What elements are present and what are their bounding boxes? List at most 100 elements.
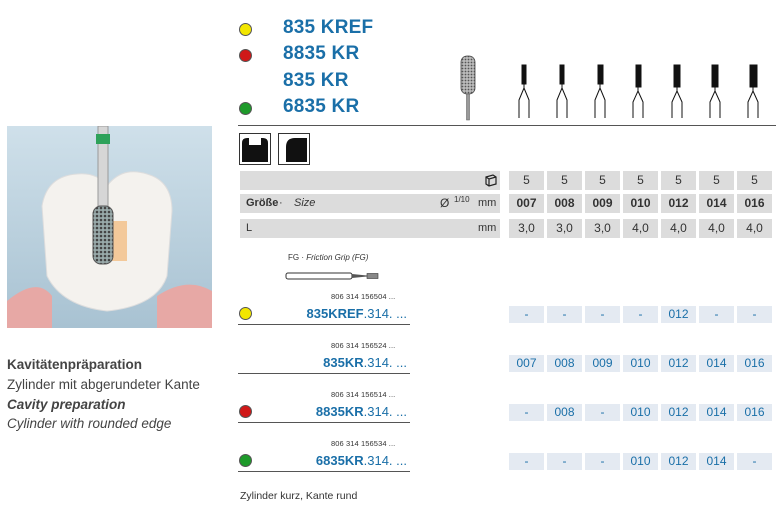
order-underline: [238, 471, 410, 472]
length-row: L mm: [240, 219, 500, 238]
green-dot-icon: [239, 454, 252, 467]
order-size-cell: 012: [661, 453, 696, 470]
description-subtitle-de: Zylinder mit abgerundeter Kante: [7, 377, 200, 392]
bur-size-silhouettes: [518, 64, 759, 118]
order-size-cell: 010: [623, 453, 658, 470]
size-cell: 010: [623, 194, 658, 213]
order-size-cell: -: [699, 306, 734, 323]
size-label-en: Size: [294, 197, 316, 209]
order-ref-number: 806 314 156504 ...: [331, 292, 396, 301]
length-cell: 4,0: [699, 219, 734, 238]
pack-icon: [485, 174, 497, 187]
order-size-cell: 014: [699, 453, 734, 470]
order-size-cell: 014: [699, 404, 734, 421]
pack-cell: 5: [547, 171, 582, 190]
order-underline: [238, 422, 410, 423]
order-ref-number: 806 314 156514 ...: [331, 390, 396, 399]
red-dot-icon: [239, 405, 252, 418]
pack-cell: 5: [585, 171, 620, 190]
length-unit: mm: [478, 222, 497, 234]
header-divider: [238, 125, 776, 126]
order-size-cell: -: [509, 404, 544, 421]
size-unit-symbol: Ø: [440, 196, 450, 210]
order-size-cell: 014: [699, 355, 734, 372]
size-unit-mm: mm: [478, 197, 497, 209]
yellow-dot-icon: [239, 23, 252, 36]
length-cell: 4,0: [737, 219, 772, 238]
length-cell: 3,0: [509, 219, 544, 238]
order-size-cell: -: [585, 306, 620, 323]
order-size-cell: 012: [661, 404, 696, 421]
order-size-cell: -: [623, 306, 658, 323]
order-code: 8835KR: [315, 404, 364, 419]
order-underline: [238, 373, 410, 374]
order-number: 6835KR.314. ...: [316, 453, 407, 468]
footer-note: Zylinder kurz, Kante rund: [240, 490, 358, 502]
length-cell: 4,0: [623, 219, 658, 238]
pack-cell: 5: [737, 171, 772, 190]
order-size-cell: -: [585, 404, 620, 421]
cavity-shape-icon: [239, 133, 271, 165]
order-suffix: .314. ...: [363, 355, 407, 370]
green-dot-icon: [239, 102, 252, 115]
order-ref-number: 806 314 156524 ...: [331, 341, 396, 350]
red-dot-icon: [239, 49, 252, 62]
order-code: 835KREF: [306, 306, 364, 321]
order-suffix: .314. ...: [363, 404, 407, 419]
order-size-cell: 008: [547, 355, 582, 372]
order-size-cell: -: [737, 453, 772, 470]
product-title-835kr: 835 KR: [283, 70, 349, 91]
pack-cell: 5: [699, 171, 734, 190]
order-ref-number: 806 314 156534 ...: [331, 439, 396, 448]
order-size-cell: 008: [547, 404, 582, 421]
size-label: Größe: [246, 197, 279, 209]
order-size-cell: -: [737, 306, 772, 323]
description-subtitle-en: Cylinder with rounded edge: [7, 416, 172, 431]
yellow-dot-icon: [239, 307, 252, 320]
tooth-preparation-photo: [7, 126, 212, 328]
pack-cell: 5: [509, 171, 544, 190]
bur-head-illustration: [460, 55, 476, 121]
size-cell: 012: [661, 194, 696, 213]
size-unit-fraction: 1/10: [454, 195, 470, 204]
order-size-cell: -: [509, 306, 544, 323]
order-number: 8835KR.314. ...: [316, 404, 407, 419]
order-underline: [238, 324, 410, 325]
size-row: Größe · Size Ø 1/10 mm: [240, 194, 500, 213]
pack-row: [240, 171, 500, 190]
order-size-cell: -: [547, 306, 582, 323]
order-suffix: .314. ...: [363, 306, 407, 321]
fg-shank-illustration: [285, 272, 379, 280]
size-cell: 008: [547, 194, 582, 213]
order-number: 835KR.314. ...: [323, 355, 407, 370]
order-size-cell: -: [547, 453, 582, 470]
order-size-cell: 012: [661, 355, 696, 372]
product-title-6835kr: 6835 KR: [283, 96, 360, 117]
rounded-edge-shape-icon: [278, 133, 310, 165]
product-title-835kref: 835 KREF: [283, 17, 374, 38]
order-size-cell: -: [509, 453, 544, 470]
order-size-cell: 010: [623, 404, 658, 421]
length-cell: 3,0: [585, 219, 620, 238]
order-size-cell: -: [585, 453, 620, 470]
order-size-cell: 007: [509, 355, 544, 372]
pack-cell: 5: [661, 171, 696, 190]
size-cell: 009: [585, 194, 620, 213]
size-cell: 016: [737, 194, 772, 213]
product-title-8835kr: 8835 KR: [283, 43, 360, 64]
description-title-en: Cavity preparation: [7, 397, 126, 412]
size-cell: 007: [509, 194, 544, 213]
length-label: L: [246, 222, 253, 234]
order-code: 835KR: [323, 355, 364, 370]
fg-label-text: Friction Grip (FG): [306, 253, 369, 262]
size-cell: 014: [699, 194, 734, 213]
order-size-cell: 009: [585, 355, 620, 372]
order-number: 835KREF.314. ...: [307, 306, 407, 321]
order-size-cell: 012: [661, 306, 696, 323]
order-suffix: .314. ...: [363, 453, 407, 468]
pack-cell: 5: [623, 171, 658, 190]
order-size-cell: 016: [737, 404, 772, 421]
order-code: 6835KR: [315, 453, 364, 468]
length-cell: 3,0: [547, 219, 582, 238]
order-size-cell: 016: [737, 355, 772, 372]
